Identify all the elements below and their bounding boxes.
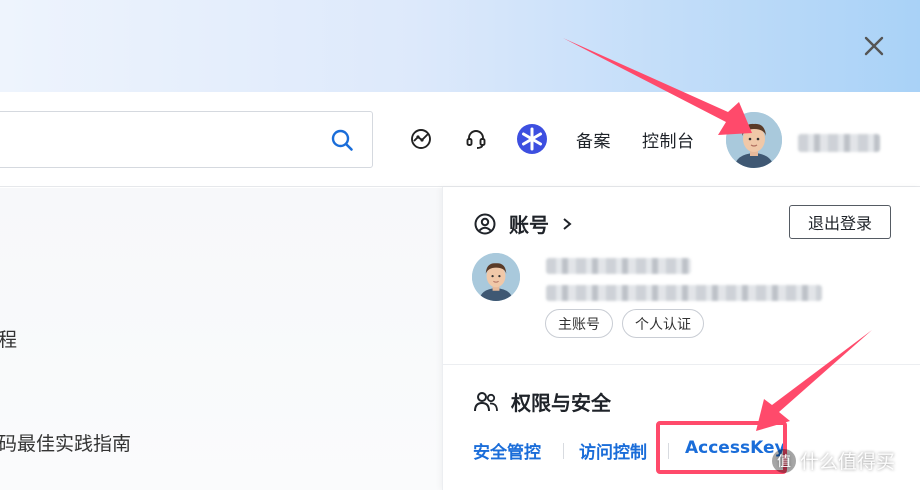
nav-link-console[interactable]: 控制台 (642, 127, 695, 152)
users-permission-icon (474, 391, 498, 411)
content-text-fragment: 程 (0, 329, 18, 351)
link-security-control[interactable]: 安全管控 (473, 438, 541, 463)
link-separator (668, 443, 669, 459)
chevron-right-icon (563, 217, 572, 230)
link-separator (563, 443, 564, 459)
account-header-link[interactable]: 账号 (473, 209, 573, 238)
logout-button[interactable]: 退出登录 (789, 205, 891, 239)
top-navbar: 备案 控制台 (0, 92, 920, 187)
search-icon[interactable] (330, 128, 354, 152)
close-icon[interactable] (858, 30, 890, 62)
panel-avatar (472, 253, 520, 301)
username-blurred (798, 134, 880, 152)
account-name-blurred (546, 258, 691, 274)
ai-assistant-icon[interactable] (516, 123, 548, 155)
user-circle-icon (474, 213, 496, 234)
account-title: 账号 (509, 213, 549, 237)
promo-banner (0, 0, 920, 92)
content-text-fragment[interactable]: 码最佳实践指南 (0, 429, 131, 456)
headset-support-icon[interactable] (462, 125, 490, 153)
watermark-text: 什么值得买 (800, 451, 896, 473)
watermark-badge-icon: 值 (772, 448, 796, 473)
tag-main-account: 主账号 (545, 309, 613, 338)
security-title: 权限与安全 (511, 391, 611, 415)
site-watermark: 值 什么值得买 (772, 447, 895, 474)
account-id-blurred (546, 285, 822, 301)
tag-personal-verified: 个人认证 (622, 309, 704, 338)
user-avatar[interactable] (726, 112, 782, 168)
link-accesskey[interactable]: AccessKey (685, 438, 786, 458)
page-content: 程 码最佳实践指南 (0, 188, 442, 490)
globe-network-icon[interactable] (407, 125, 435, 153)
link-access-control[interactable]: 访问控制 (579, 438, 647, 463)
nav-link-beian[interactable]: 备案 (576, 127, 611, 152)
security-section-title: 权限与安全 (473, 387, 611, 416)
panel-divider (443, 364, 920, 365)
account-dropdown-panel: 账号 退出登录 主账号 个人认证 权限与安全 安全管控 访问控制 AccessK… (442, 187, 920, 490)
search-input[interactable] (0, 111, 373, 168)
